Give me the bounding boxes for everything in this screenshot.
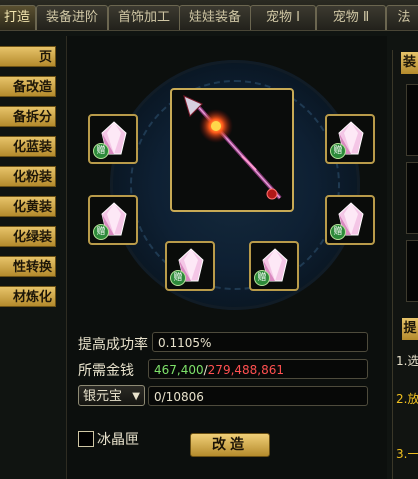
right-panel-box (406, 162, 418, 234)
tab-more[interactable]: 法 (386, 5, 418, 30)
right-panel-box (406, 240, 418, 302)
sidebar: 页 备改造 备拆分 化蓝装 化粉装 化黄装 化绿装 性转换 材炼化 (0, 38, 60, 479)
sidebar-item-green-convert[interactable]: 化绿装 (0, 226, 56, 247)
equipment-slot[interactable] (170, 88, 294, 212)
required-money-label: 所需金钱 (78, 363, 134, 379)
crafting-window: 打造 装备进阶 首饰加工 娃娃装备 宠物 Ⅰ 宠物 Ⅱ 法 页 备改造 备拆分 … (0, 0, 418, 479)
right-panel-box (406, 84, 418, 156)
spear-weapon-icon (183, 95, 282, 200)
gift-badge-icon: 赠 (93, 224, 109, 240)
gift-badge-icon: 赠 (170, 270, 186, 286)
ice-box-checkbox[interactable] (78, 431, 94, 447)
tab-pet-1[interactable]: 宠物 Ⅰ (250, 5, 316, 30)
currency-select-value: 银元宝 (83, 389, 123, 404)
gift-badge-icon: 赠 (254, 270, 270, 286)
material-slot[interactable]: 赠 (165, 241, 215, 291)
material-slot[interactable]: 赠 (249, 241, 299, 291)
right-panel-tab[interactable]: 装 (401, 52, 418, 74)
instruction-step-2: 2.放 (396, 392, 418, 406)
success-rate-label: 提高成功率 (78, 337, 148, 353)
ice-box-label: 冰晶匣 (97, 432, 139, 448)
modify-button[interactable]: 改造 (190, 433, 270, 457)
material-slot[interactable]: 赠 (325, 114, 375, 164)
money-required: 279,488,861 (207, 363, 285, 377)
sidebar-item-page[interactable]: 页 (0, 46, 56, 67)
chevron-down-icon: ▼ (132, 391, 140, 402)
success-rate-value: 0.1105% (158, 336, 212, 350)
sidebar-item-material-refine[interactable]: 材炼化 (0, 286, 56, 307)
material-slot[interactable]: 赠 (88, 114, 138, 164)
tab-jewelry-processing[interactable]: 首饰加工 (108, 5, 180, 30)
material-slot[interactable]: 赠 (88, 195, 138, 245)
currency-amount-value: 0/10806 (154, 390, 204, 404)
currency-select[interactable]: 银元宝 ▼ (78, 385, 145, 406)
tab-pet-2[interactable]: 宠物 Ⅱ (316, 5, 386, 30)
money-owned: 467,400 (154, 363, 204, 377)
gift-badge-icon: 赠 (330, 224, 346, 240)
sidebar-item-yellow-convert[interactable]: 化黄装 (0, 196, 56, 217)
gift-badge-icon: 赠 (93, 143, 109, 159)
sidebar-item-attribute-transfer[interactable]: 性转换 (0, 256, 56, 277)
sidebar-item-equipment-modify[interactable]: 备改造 (0, 76, 56, 97)
currency-amount-field: 0/10806 (148, 386, 368, 406)
required-money-field: 467,400/279,488,861 (148, 359, 368, 379)
sidebar-item-blue-convert[interactable]: 化蓝装 (0, 136, 56, 157)
right-panel-section-header: 提 (402, 318, 418, 340)
tab-bar: 打造 装备进阶 首饰加工 娃娃装备 宠物 Ⅰ 宠物 Ⅱ 法 (0, 0, 418, 31)
sidebar-item-pink-convert[interactable]: 化粉装 (0, 166, 56, 187)
tab-craft[interactable]: 打造 (0, 5, 36, 30)
tab-equipment-advance[interactable]: 装备进阶 (36, 5, 108, 30)
success-rate-field: 0.1105% (152, 332, 368, 352)
instruction-step-3: 3.一 (396, 447, 418, 461)
instruction-step-1: 1.选 (396, 354, 418, 368)
gift-badge-icon: 赠 (330, 143, 346, 159)
material-slot[interactable]: 赠 (325, 195, 375, 245)
tab-doll-equipment[interactable]: 娃娃装备 (179, 5, 251, 30)
sidebar-item-equipment-split[interactable]: 备拆分 (0, 106, 56, 127)
